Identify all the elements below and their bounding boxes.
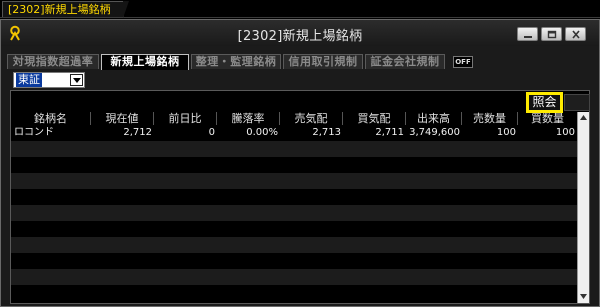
off-toggle[interactable]: OFF <box>453 56 473 68</box>
title-bar[interactable]: [2302]新規上場銘柄 <box>1 20 599 46</box>
table-row-empty <box>11 205 577 221</box>
minimize-button[interactable] <box>517 27 538 41</box>
column-header-bid-qty[interactable]: 買数量 <box>518 112 577 125</box>
column-header-change-rate[interactable]: 騰落率 <box>217 112 280 125</box>
arrow-down-icon <box>580 294 587 299</box>
tab-delisting-supervision[interactable]: 整理・監理銘柄 <box>191 54 281 69</box>
exchange-selected-value: 東証 <box>16 73 42 87</box>
maximize-button[interactable] <box>541 27 562 41</box>
scroll-up-button[interactable] <box>578 112 589 124</box>
tab-margin-regulation[interactable]: 信用取引規制 <box>283 54 363 69</box>
column-header-bid[interactable]: 買気配 <box>343 112 406 125</box>
scroll-down-button[interactable] <box>578 291 589 303</box>
column-header-ask-qty[interactable]: 売数量 <box>462 112 518 125</box>
window-title: [2302]新規上場銘柄 <box>237 29 363 44</box>
column-header-ask[interactable]: 売気配 <box>280 112 343 125</box>
cell-change-rate: 0.00% <box>246 127 278 138</box>
minimize-icon <box>524 36 532 38</box>
column-header-change[interactable]: 前日比 <box>154 112 217 125</box>
secondary-button[interactable] <box>564 94 590 111</box>
chevron-down-icon <box>73 78 81 83</box>
column-header-price[interactable]: 現在値 <box>91 112 154 125</box>
vertical-scrollbar[interactable] <box>577 112 589 303</box>
table-row-empty <box>11 157 577 173</box>
taskbar: [2302]新規上場銘柄 <box>0 0 600 18</box>
cell-change: 0 <box>208 127 215 138</box>
tab-index-excess-rate[interactable]: 対現指数超過率 <box>7 54 99 69</box>
table-row-empty <box>11 285 577 301</box>
table-row-empty <box>11 141 577 157</box>
cell-ask-qty: 100 <box>496 127 516 138</box>
table-row-empty <box>11 237 577 253</box>
dropdown-toggle[interactable] <box>70 74 83 86</box>
column-header-volume[interactable]: 出来高 <box>406 112 462 125</box>
table-row[interactable]: ロコンド 2,712 0 0.00% 2,713 2,711 3,749,600… <box>11 125 577 141</box>
close-button[interactable] <box>565 27 586 41</box>
inquiry-button[interactable]: 照会 <box>526 92 563 113</box>
tab-new-listings[interactable]: 新規上場銘柄 <box>101 54 189 70</box>
table-row-empty <box>11 269 577 285</box>
taskbar-tab[interactable]: [2302]新規上場銘柄 <box>2 1 129 18</box>
table-row-empty <box>11 189 577 205</box>
close-icon <box>572 30 580 39</box>
column-header-name[interactable]: 銘柄名 <box>11 112 91 125</box>
arrow-up-icon <box>580 115 587 120</box>
exchange-dropdown[interactable]: 東証 <box>13 72 85 88</box>
tab-securities-finance-regulation[interactable]: 証金会社規制 <box>365 54 445 69</box>
cell-price: 2,712 <box>123 127 152 138</box>
table-row-empty <box>11 221 577 237</box>
tab-bar: 対現指数超過率 新規上場銘柄 整理・監理銘柄 信用取引規制 証金会社規制 OFF <box>7 54 597 70</box>
window: [2302]新規上場銘柄 対現指数超過率 新規上場銘柄 整理・監理銘柄 信用取引… <box>0 19 600 307</box>
new-listings-table: 銘柄名 現在値 前日比 騰落率 売気配 買気配 出来高 売数量 買数量 ロコンド… <box>10 90 590 304</box>
cell-ask: 2,713 <box>312 127 341 138</box>
table-row-empty <box>11 173 577 189</box>
table-row-empty <box>11 253 577 269</box>
cell-bid: 2,711 <box>375 127 404 138</box>
table-header: 銘柄名 現在値 前日比 騰落率 売気配 買気配 出来高 売数量 買数量 <box>11 112 577 125</box>
cell-name: ロコンド <box>14 127 54 138</box>
cell-volume: 3,749,600 <box>409 127 460 138</box>
maximize-icon <box>547 30 557 39</box>
cell-bid-qty: 100 <box>555 127 575 138</box>
